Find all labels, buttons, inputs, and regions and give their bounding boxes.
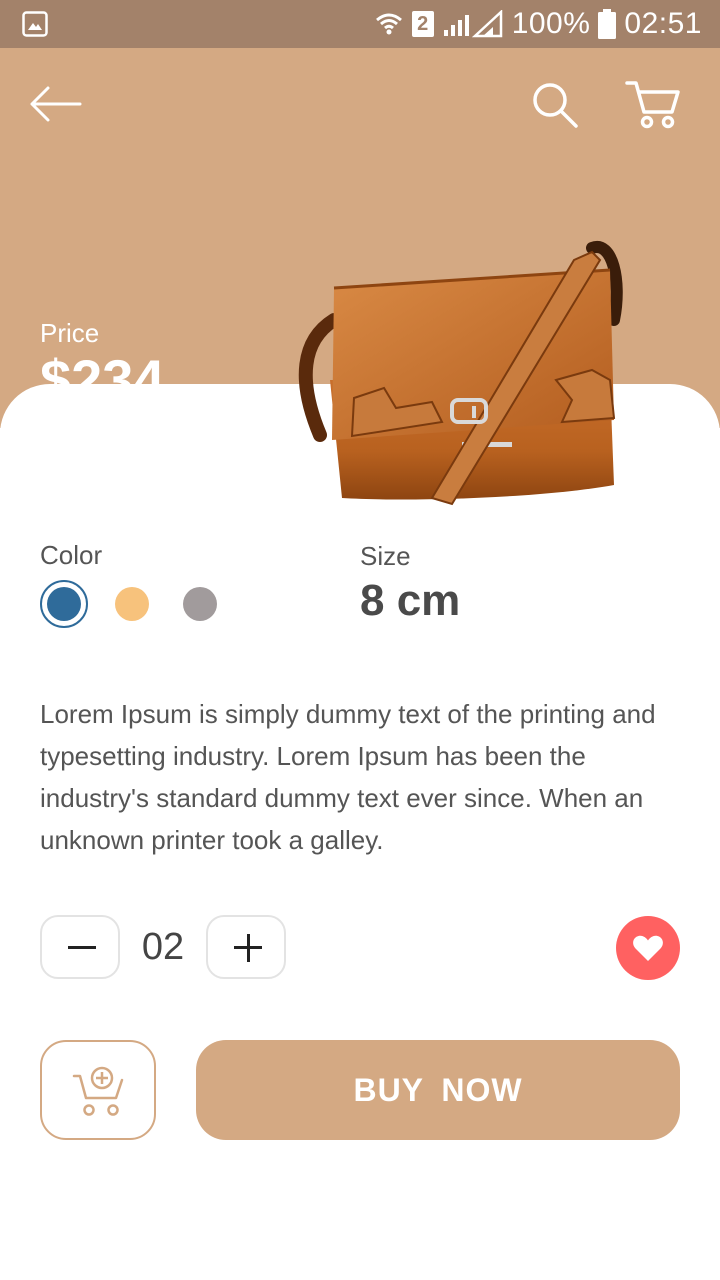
battery-percent: 100% bbox=[511, 7, 591, 40]
size-value: 8 cm bbox=[360, 576, 461, 625]
quantity-decrease-button[interactable] bbox=[40, 915, 120, 979]
status-right: 2 100% 02:51 bbox=[374, 0, 702, 48]
search-icon[interactable] bbox=[530, 80, 580, 130]
quantity-value: 02 bbox=[141, 926, 185, 968]
cart-icon[interactable] bbox=[624, 78, 682, 130]
wifi-icon bbox=[375, 13, 402, 35]
clock: 02:51 bbox=[624, 7, 702, 40]
minus-icon bbox=[68, 946, 96, 949]
product-description: Lorem Ipsum is simply dummy text of the … bbox=[40, 699, 656, 855]
buy-now-button[interactable]: BUY NOW bbox=[196, 1040, 680, 1140]
size-label: Size bbox=[360, 541, 411, 571]
add-to-cart-button[interactable] bbox=[40, 1040, 156, 1140]
back-arrow-icon[interactable] bbox=[28, 84, 82, 124]
favorite-button[interactable] bbox=[616, 916, 680, 980]
product-image bbox=[298, 241, 623, 506]
color-label: Color bbox=[40, 540, 103, 570]
plus-icon-vertical bbox=[246, 934, 250, 962]
battery-icon bbox=[598, 9, 617, 39]
signal-icon bbox=[443, 10, 502, 38]
add-to-cart-icon bbox=[72, 1066, 124, 1116]
color-swatch-blue[interactable] bbox=[47, 587, 81, 621]
status-bar: 2 100% 02:51 bbox=[0, 0, 720, 48]
color-swatch-yellow[interactable] bbox=[115, 587, 149, 621]
color-swatch-gray[interactable] bbox=[183, 587, 217, 621]
quantity-increase-button[interactable] bbox=[206, 915, 286, 979]
sim-slot-badge: 2 bbox=[411, 11, 434, 37]
heart-icon bbox=[633, 935, 663, 961]
price-label: Price bbox=[40, 318, 100, 348]
image-notification-icon bbox=[22, 11, 48, 37]
